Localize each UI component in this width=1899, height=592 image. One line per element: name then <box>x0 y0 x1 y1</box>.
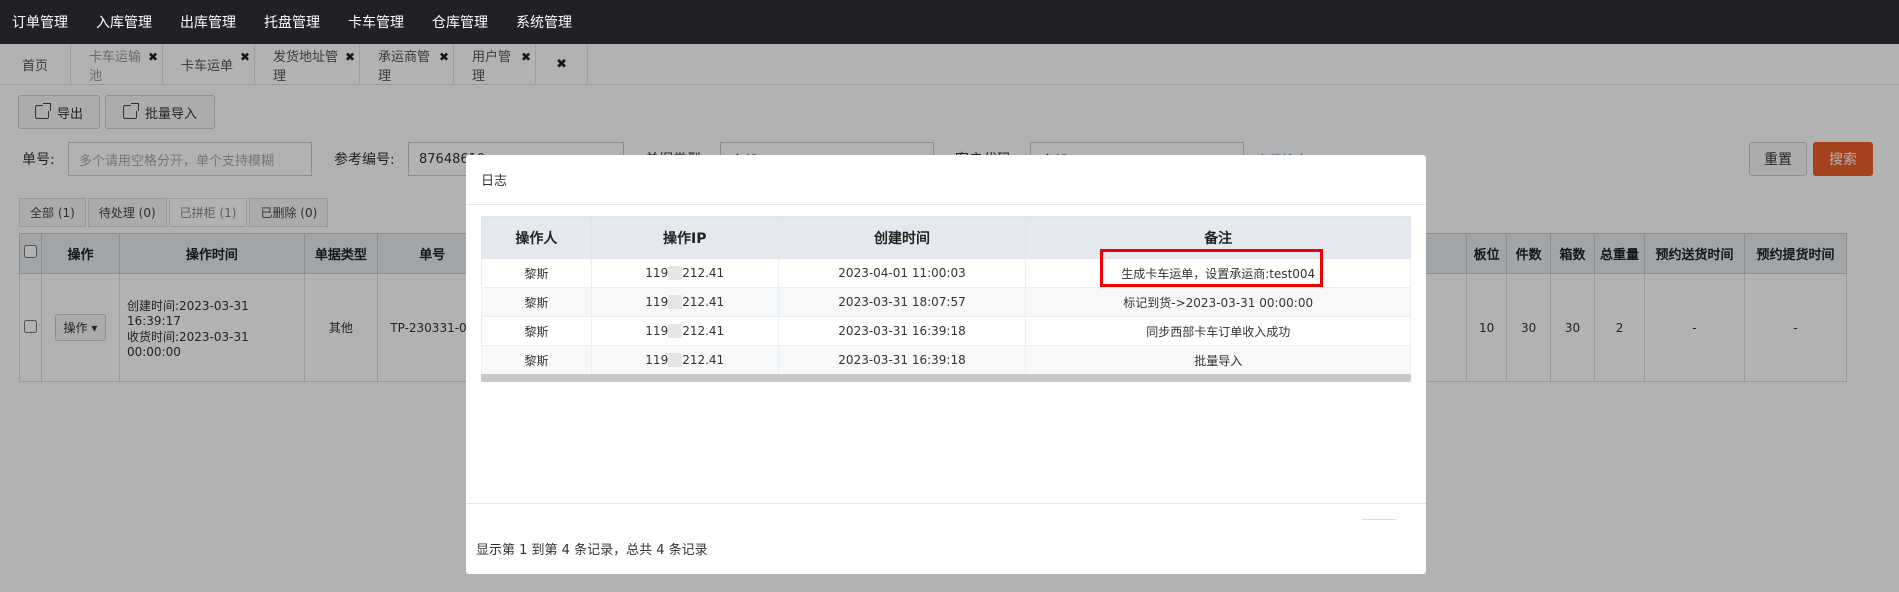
modal-title: 日志 <box>481 174 508 189</box>
highlight-box <box>1100 249 1323 287</box>
log-user: 黎斯 <box>481 287 592 317</box>
top-nav: 订单管理 入库管理 出库管理 托盘管理 卡车管理 仓库管理 系统管理 <box>0 0 1899 44</box>
log-row: 黎斯 119 212.41 2023-03-31 18:07:57 标记到货->2… <box>481 287 1411 317</box>
log-col-header: 操作人 <box>481 216 592 259</box>
log-row: 黎斯 119 212.41 2023-03-31 16:39:18 同步西部卡车订… <box>481 316 1411 346</box>
log-col-header: 操作IP <box>590 216 779 259</box>
log-time: 2023-03-31 18:07:57 <box>777 287 1027 317</box>
nav-system[interactable]: 系统管理 <box>516 12 572 32</box>
log-note: 同步西部卡车订单收入成功 <box>1025 316 1411 346</box>
nav-truck[interactable]: 卡车管理 <box>348 12 404 32</box>
ip-part: 119 <box>645 265 669 280</box>
log-table: 操作人 操作IP 创建时间 备注 黎斯 119 212.41 2023-04-01… <box>481 216 1411 375</box>
log-modal: 日志 操作人 操作IP 创建时间 备注 黎斯 119 212.41 2023-04… <box>466 155 1426 574</box>
record-summary: 显示第 1 到第 4 条记录，总共 4 条记录 <box>476 543 708 558</box>
log-ip: 119 212.41 <box>590 287 779 317</box>
log-user: 黎斯 <box>481 345 592 375</box>
redacted-block <box>668 295 683 310</box>
log-time: 2023-03-31 16:39:18 <box>777 316 1027 346</box>
log-col-header: 创建时间 <box>777 216 1027 259</box>
nav-order[interactable]: 订单管理 <box>12 12 68 32</box>
log-ip: 119 212.41 <box>590 316 779 346</box>
redacted-block <box>668 324 683 339</box>
redacted-block <box>668 353 683 368</box>
ip-part: 119 <box>645 352 669 367</box>
log-ip: 119 212.41 <box>590 258 779 288</box>
nav-inbound[interactable]: 入库管理 <box>96 12 152 32</box>
divider <box>466 204 1426 205</box>
log-note: 批量导入 <box>1025 345 1411 375</box>
log-ip: 119 212.41 <box>590 345 779 375</box>
log-row: 黎斯 119 212.41 2023-03-31 16:39:18 批量导入 <box>481 345 1411 375</box>
log-time: 2023-03-31 16:39:18 <box>777 345 1027 375</box>
redacted-block <box>668 266 683 281</box>
divider <box>466 503 1426 504</box>
ip-part: 212.41 <box>682 323 725 338</box>
ip-part: 212.41 <box>682 294 725 309</box>
log-user: 黎斯 <box>481 316 592 346</box>
ip-part: 212.41 <box>682 265 725 280</box>
ip-part: 212.41 <box>682 352 725 367</box>
log-note: 标记到货->2023-03-31 00:00:00 <box>1025 287 1411 317</box>
nav-pallet[interactable]: 托盘管理 <box>264 12 320 32</box>
pagination-placeholder <box>1362 519 1396 520</box>
nav-warehouse[interactable]: 仓库管理 <box>432 12 488 32</box>
log-user: 黎斯 <box>481 258 592 288</box>
horizontal-scrollbar[interactable] <box>481 374 1411 382</box>
log-time: 2023-04-01 11:00:03 <box>777 258 1027 288</box>
ip-part: 119 <box>645 294 669 309</box>
nav-outbound[interactable]: 出库管理 <box>180 12 236 32</box>
ip-part: 119 <box>645 323 669 338</box>
